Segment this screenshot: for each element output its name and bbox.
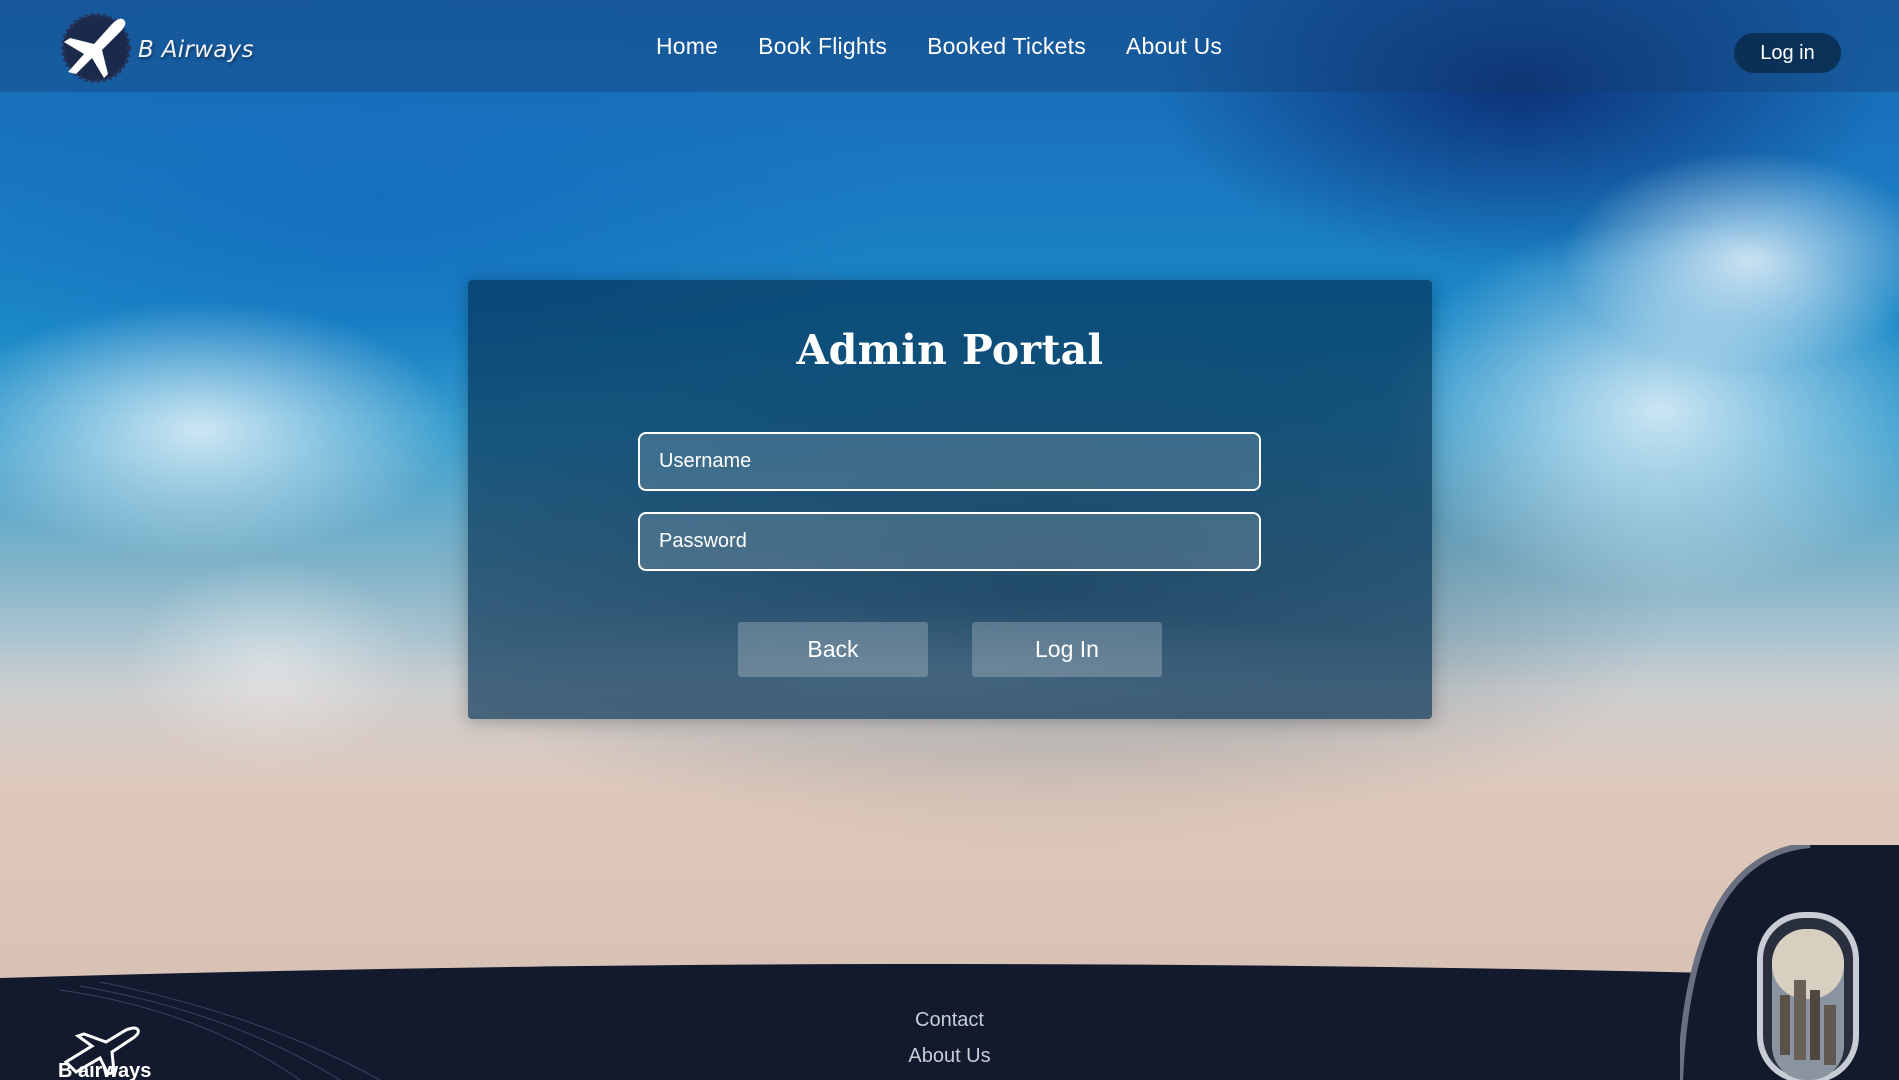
nav-about-us[interactable]: About Us	[1126, 33, 1222, 60]
top-navbar: B Airways Home Book Flights Booked Ticke…	[0, 0, 1899, 92]
nav-home[interactable]: Home	[656, 33, 718, 60]
footer-links: Contact About Us	[0, 1002, 1899, 1074]
password-input[interactable]	[638, 512, 1261, 571]
page-title: Admin Portal	[796, 326, 1104, 374]
footer-link-about-us[interactable]: About Us	[0, 1038, 1899, 1074]
admin-login-card: Admin Portal Back Log In	[468, 280, 1432, 719]
brand-name: B Airways	[138, 37, 254, 63]
airplane-badge-icon	[61, 13, 131, 83]
header-login-button[interactable]: Log in	[1734, 33, 1841, 73]
admin-login-page: B Airways Home Book Flights Booked Ticke…	[0, 0, 1899, 1080]
nav-book-flights[interactable]: Book Flights	[758, 33, 887, 60]
login-submit-button[interactable]: Log In	[972, 622, 1162, 677]
brand[interactable]: B Airways	[54, 8, 254, 88]
main-nav: Home Book Flights Booked Tickets About U…	[656, 33, 1222, 60]
airplane-window-icon	[1680, 845, 1899, 1080]
footer: B airways Contact About Us	[0, 960, 1899, 1080]
username-input[interactable]	[638, 432, 1261, 491]
nav-booked-tickets[interactable]: Booked Tickets	[927, 33, 1086, 60]
back-button[interactable]: Back	[738, 622, 928, 677]
footer-link-contact[interactable]: Contact	[0, 1002, 1899, 1038]
